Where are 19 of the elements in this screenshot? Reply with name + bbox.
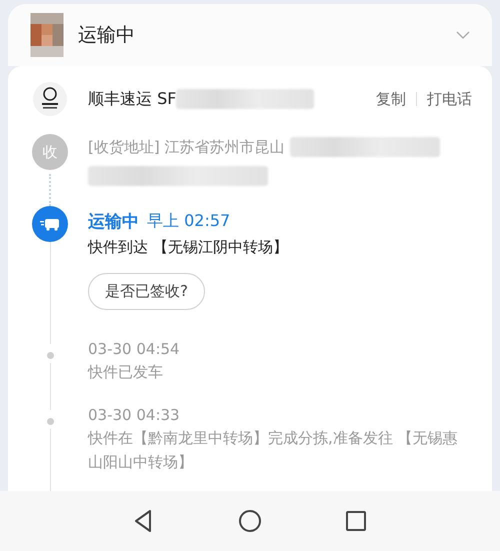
- truck-icon: [32, 206, 68, 242]
- timeline-dot: [46, 352, 54, 359]
- event-description: 快件已发车: [88, 362, 164, 383]
- delivery-address: [收货地址] 江苏省苏州市昆山: [88, 137, 284, 158]
- action-link[interactable]: 打电话: [427, 90, 472, 108]
- courier-logo: [33, 82, 67, 116]
- avatar: [30, 13, 64, 57]
- event-description: 快件到达 【无锡江阴中转场】: [88, 237, 289, 258]
- event-description: 快件在【黔南龙里中转场】完成分拣,准备发往 【无锡惠山阳山中转场】: [88, 428, 459, 473]
- event-status: 运输中: [88, 211, 139, 233]
- action-link[interactable]: 复制: [376, 90, 406, 108]
- event-time: 早上 02:57: [147, 211, 230, 232]
- courier-name: 顺丰速运 SF: [88, 88, 176, 110]
- event-time: 03-30 04:33: [88, 406, 180, 424]
- timeline-dot: [46, 418, 54, 425]
- signed-question-button[interactable]: 是否已签收?: [88, 273, 205, 310]
- event-time: 03-30 04:54: [88, 340, 180, 358]
- receive-badge: 收: [32, 134, 68, 170]
- status-title: 运输中: [78, 23, 136, 48]
